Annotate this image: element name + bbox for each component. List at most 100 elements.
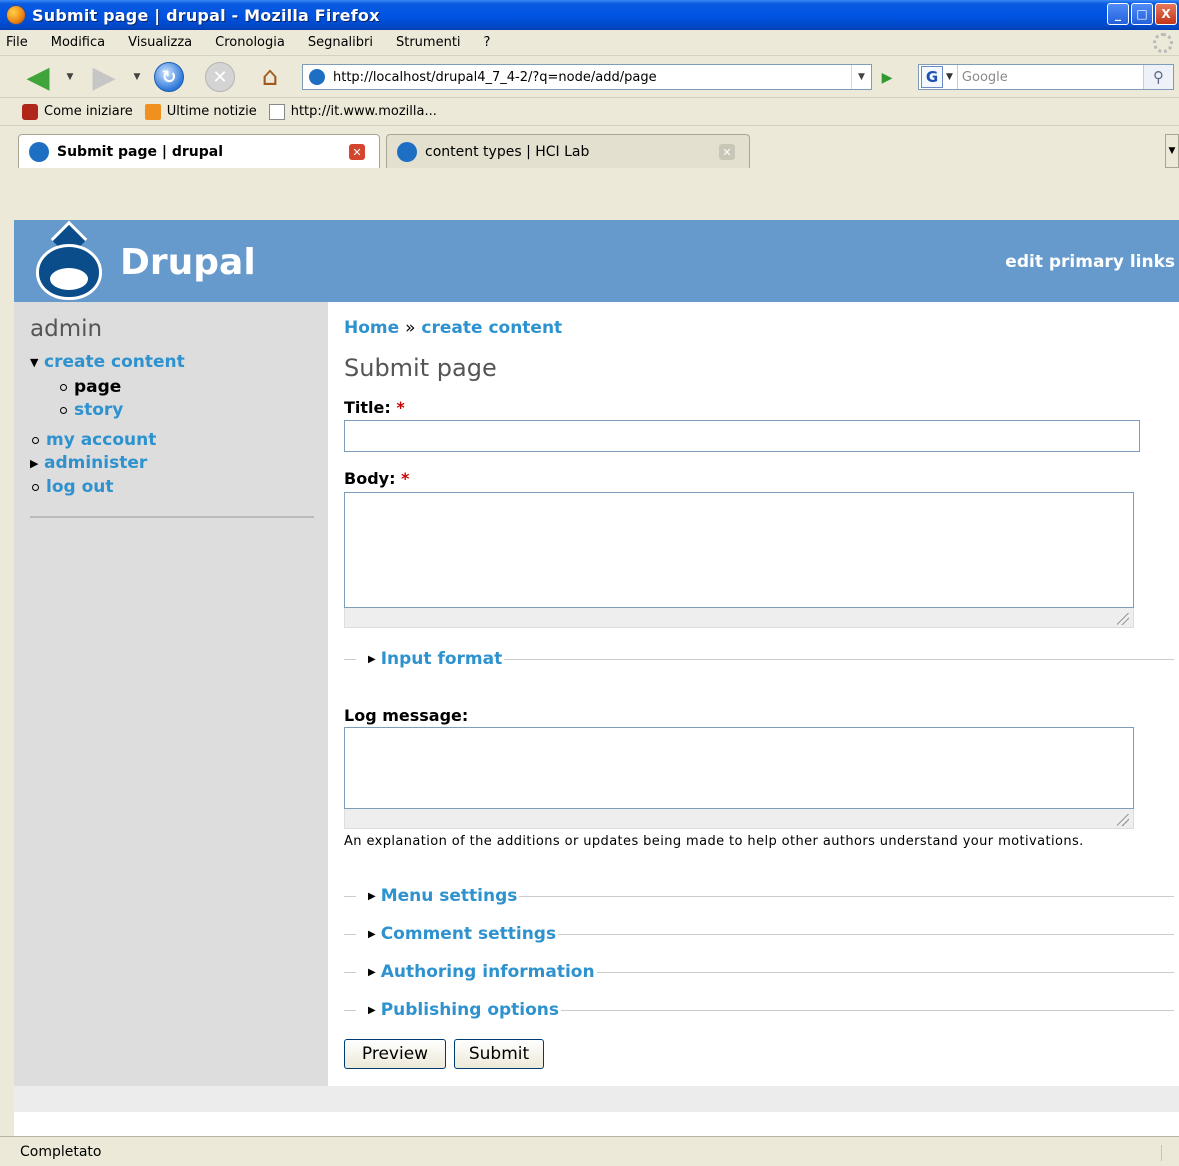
menu-modifica[interactable]: Modifica bbox=[51, 35, 105, 50]
sidebar-item-create-content[interactable]: ▼ create content bbox=[30, 352, 185, 372]
fieldset-legend: Comment settings bbox=[380, 924, 557, 944]
bookmark-label: Come iniziare bbox=[44, 104, 133, 119]
sidebar-item-administer[interactable]: ▶ administer bbox=[30, 453, 147, 473]
menu-settings-toggle[interactable]: ▶ Menu settings bbox=[366, 886, 519, 906]
back-arrow-icon: ◀ bbox=[26, 59, 50, 95]
maximize-button[interactable]: □ bbox=[1131, 3, 1153, 25]
sidebar: admin ▼ create content page story my acco… bbox=[14, 302, 328, 1088]
sidebar-user-title: admin bbox=[30, 316, 103, 342]
tab-list-dropdown[interactable]: ▼ bbox=[1165, 134, 1179, 168]
firefox-bookmark-icon bbox=[22, 103, 38, 120]
fieldset-legend: Input format bbox=[380, 649, 503, 669]
minimize-button[interactable]: _ bbox=[1107, 3, 1129, 25]
fieldset-publishing-options: ▶ Publishing options bbox=[344, 1000, 1174, 1020]
title-label-text: Title: bbox=[344, 398, 391, 417]
page-title: Submit page bbox=[344, 354, 497, 382]
menu-cronologia[interactable]: Cronologia bbox=[215, 35, 285, 50]
log-message-textarea[interactable] bbox=[344, 727, 1134, 809]
body-resize-grip[interactable] bbox=[344, 608, 1134, 628]
go-button[interactable]: ▶ bbox=[876, 68, 898, 88]
sidebar-item-page[interactable]: page bbox=[60, 377, 121, 397]
fieldset-authoring-information: ▶ Authoring information bbox=[344, 962, 1174, 982]
google-engine-icon[interactable]: G bbox=[921, 66, 943, 88]
bullet-icon bbox=[32, 483, 39, 491]
body-label: Body: * bbox=[344, 469, 409, 488]
bookmark-come-iniziare[interactable]: Come iniziare bbox=[22, 103, 133, 120]
tab-label: content types | HCI Lab bbox=[425, 143, 590, 160]
bookmark-ultime-notizie[interactable]: Ultime notizie bbox=[144, 103, 257, 120]
menu-strumenti[interactable]: Strumenti bbox=[396, 35, 461, 50]
expanded-icon: ▼ bbox=[30, 355, 39, 369]
collapsed-icon: ▶ bbox=[368, 1004, 376, 1016]
fieldset-menu-settings: ▶ Menu settings bbox=[344, 886, 1174, 906]
resize-gripper[interactable] bbox=[1161, 1145, 1175, 1161]
bullet-icon bbox=[60, 383, 67, 391]
site-name[interactable]: Drupal bbox=[120, 242, 256, 283]
page-icon bbox=[268, 103, 285, 120]
sidebar-item-story[interactable]: story bbox=[60, 400, 123, 420]
breadcrumb-home-link[interactable]: Home bbox=[344, 318, 399, 338]
tab-close-icon[interactable]: ✕ bbox=[719, 144, 735, 160]
forward-history-dropdown[interactable]: ▼ bbox=[131, 62, 143, 92]
title-input[interactable] bbox=[344, 420, 1140, 452]
tab-close-icon[interactable]: ✕ bbox=[349, 144, 365, 160]
drupal-logo-icon[interactable] bbox=[30, 220, 106, 300]
close-button[interactable]: X bbox=[1155, 3, 1177, 25]
title-label: Title: * bbox=[344, 398, 405, 417]
sidebar-item-label: story bbox=[74, 400, 124, 420]
url-history-dropdown[interactable]: ▼ bbox=[851, 65, 871, 89]
sidebar-item-label: administer bbox=[44, 453, 148, 473]
fieldset-comment-settings: ▶ Comment settings bbox=[344, 924, 1174, 944]
search-box[interactable]: G ▼ Google ⚲ bbox=[918, 64, 1174, 90]
log-resize-grip[interactable] bbox=[344, 809, 1134, 829]
log-message-label: Log message: bbox=[344, 706, 469, 725]
back-history-dropdown[interactable]: ▼ bbox=[64, 62, 76, 92]
window-title: Submit page | drupal - Mozilla Firefox bbox=[32, 5, 380, 25]
tab-submit-page[interactable]: Submit page | drupal ✕ bbox=[18, 134, 380, 168]
fieldset-input-format: ▶ Input format bbox=[344, 649, 1174, 669]
sidebar-item-log-out[interactable]: log out bbox=[32, 477, 114, 497]
url-text[interactable]: http://localhost/drupal4_7_4-2/?q=node/a… bbox=[333, 70, 851, 85]
sidebar-item-label: my account bbox=[46, 430, 157, 450]
bookmark-mozilla[interactable]: http://it.www.mozilla... bbox=[268, 103, 437, 120]
throbber-icon bbox=[1153, 33, 1173, 53]
search-engine-dropdown[interactable]: ▼ bbox=[946, 72, 953, 82]
input-format-toggle[interactable]: ▶ Input format bbox=[366, 649, 504, 669]
collapsed-icon: ▶ bbox=[368, 966, 376, 978]
required-marker: * bbox=[396, 398, 405, 417]
status-text: Completato bbox=[20, 1143, 102, 1160]
comment-settings-toggle[interactable]: ▶ Comment settings bbox=[366, 924, 558, 944]
preview-button[interactable]: Preview bbox=[344, 1039, 446, 1069]
reload-icon: ↻ bbox=[154, 62, 184, 92]
menu-help[interactable]: ? bbox=[484, 35, 491, 50]
url-bar[interactable]: http://localhost/drupal4_7_4-2/?q=node/a… bbox=[302, 64, 872, 90]
drupal-favicon-icon bbox=[309, 69, 325, 85]
log-message-description: An explanation of the additions or updat… bbox=[344, 834, 1084, 849]
sidebar-item-my-account[interactable]: my account bbox=[32, 430, 156, 450]
fieldset-legend: Publishing options bbox=[380, 1000, 560, 1020]
menu-visualizza[interactable]: Visualizza bbox=[128, 35, 192, 50]
site-header: Drupal edit primary links bbox=[14, 220, 1179, 302]
publishing-options-toggle[interactable]: ▶ Publishing options bbox=[366, 1000, 561, 1020]
forward-button[interactable]: ▶ bbox=[86, 59, 122, 95]
menu-segnalibri[interactable]: Segnalibri bbox=[308, 35, 373, 50]
search-input[interactable]: Google bbox=[956, 65, 1143, 89]
collapsed-icon: ▶ bbox=[368, 890, 376, 902]
forward-arrow-icon: ▶ bbox=[92, 59, 116, 95]
status-bar: Completato bbox=[0, 1136, 1179, 1166]
firefox-icon bbox=[6, 5, 26, 25]
collapsed-icon: ▶ bbox=[368, 928, 376, 940]
authoring-information-toggle[interactable]: ▶ Authoring information bbox=[366, 962, 597, 982]
submit-button[interactable]: Submit bbox=[454, 1039, 544, 1069]
tab-content-types[interactable]: content types | HCI Lab ✕ bbox=[386, 134, 750, 168]
body-textarea[interactable] bbox=[344, 492, 1134, 608]
tab-label: Submit page | drupal bbox=[57, 143, 224, 160]
breadcrumb-create-content-link[interactable]: create content bbox=[421, 318, 562, 338]
home-button[interactable]: ⌂ bbox=[254, 62, 286, 92]
reload-button[interactable]: ↻ bbox=[153, 62, 185, 92]
edit-primary-links[interactable]: edit primary links bbox=[1005, 252, 1175, 272]
search-icon[interactable]: ⚲ bbox=[1143, 65, 1173, 89]
menu-file[interactable]: File bbox=[6, 35, 28, 50]
stop-button[interactable]: ✕ bbox=[204, 62, 236, 92]
back-button[interactable]: ◀ bbox=[20, 59, 56, 95]
